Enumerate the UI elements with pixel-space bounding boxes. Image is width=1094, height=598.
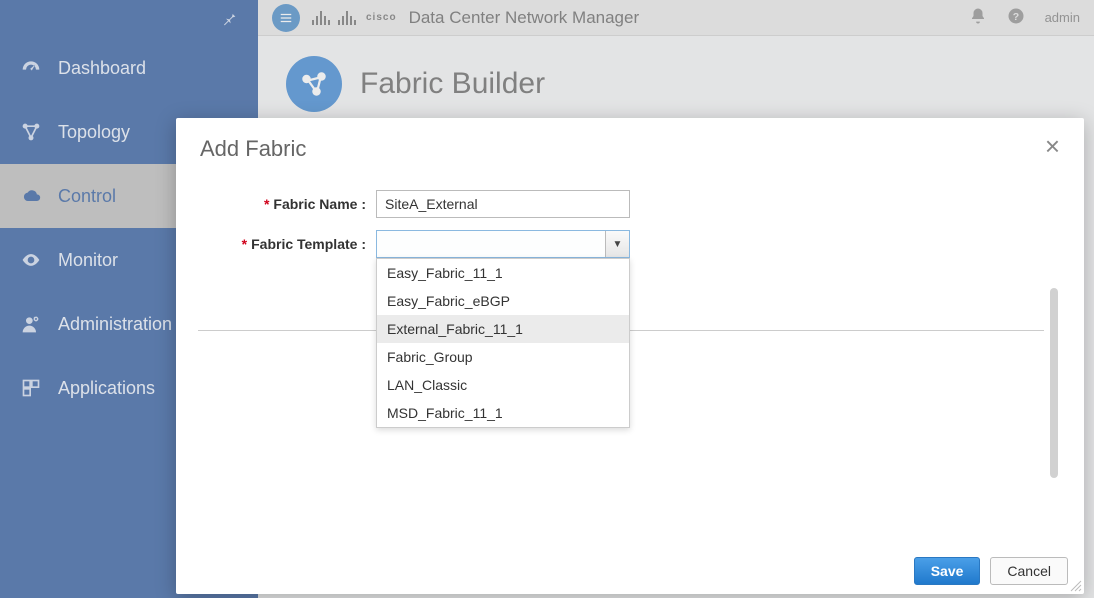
modal-title: Add Fabric (200, 136, 306, 162)
save-button[interactable]: Save (914, 557, 981, 585)
dropdown-option[interactable]: Easy_Fabric_eBGP (377, 287, 629, 315)
dropdown-option[interactable]: External_Fabric_11_1 (377, 315, 629, 343)
fabric-template-dropdown: Easy_Fabric_11_1 Easy_Fabric_eBGP Extern… (376, 258, 630, 428)
dropdown-option[interactable]: Easy_Fabric_11_1 (377, 259, 629, 287)
chevron-down-icon[interactable]: ▼ (605, 231, 629, 257)
fabric-template-label: *Fabric Template : (196, 236, 376, 252)
fabric-name-input[interactable] (376, 190, 630, 218)
scrollbar[interactable] (1050, 288, 1058, 588)
fabric-name-label: *Fabric Name : (196, 196, 376, 212)
fabric-template-combobox[interactable]: ▼ (376, 230, 630, 258)
fabric-template-input[interactable] (377, 231, 605, 257)
cancel-button[interactable]: Cancel (990, 557, 1068, 585)
modal-footer: Save Cancel (176, 548, 1084, 594)
add-fabric-modal: Add Fabric × *Fabric Name : *Fabric Temp… (176, 118, 1084, 594)
dropdown-option[interactable]: MSD_Fabric_11_1 (377, 399, 629, 427)
dropdown-option[interactable]: Fabric_Group (377, 343, 629, 371)
dropdown-option[interactable]: LAN_Classic (377, 371, 629, 399)
close-icon[interactable]: × (1045, 136, 1060, 156)
